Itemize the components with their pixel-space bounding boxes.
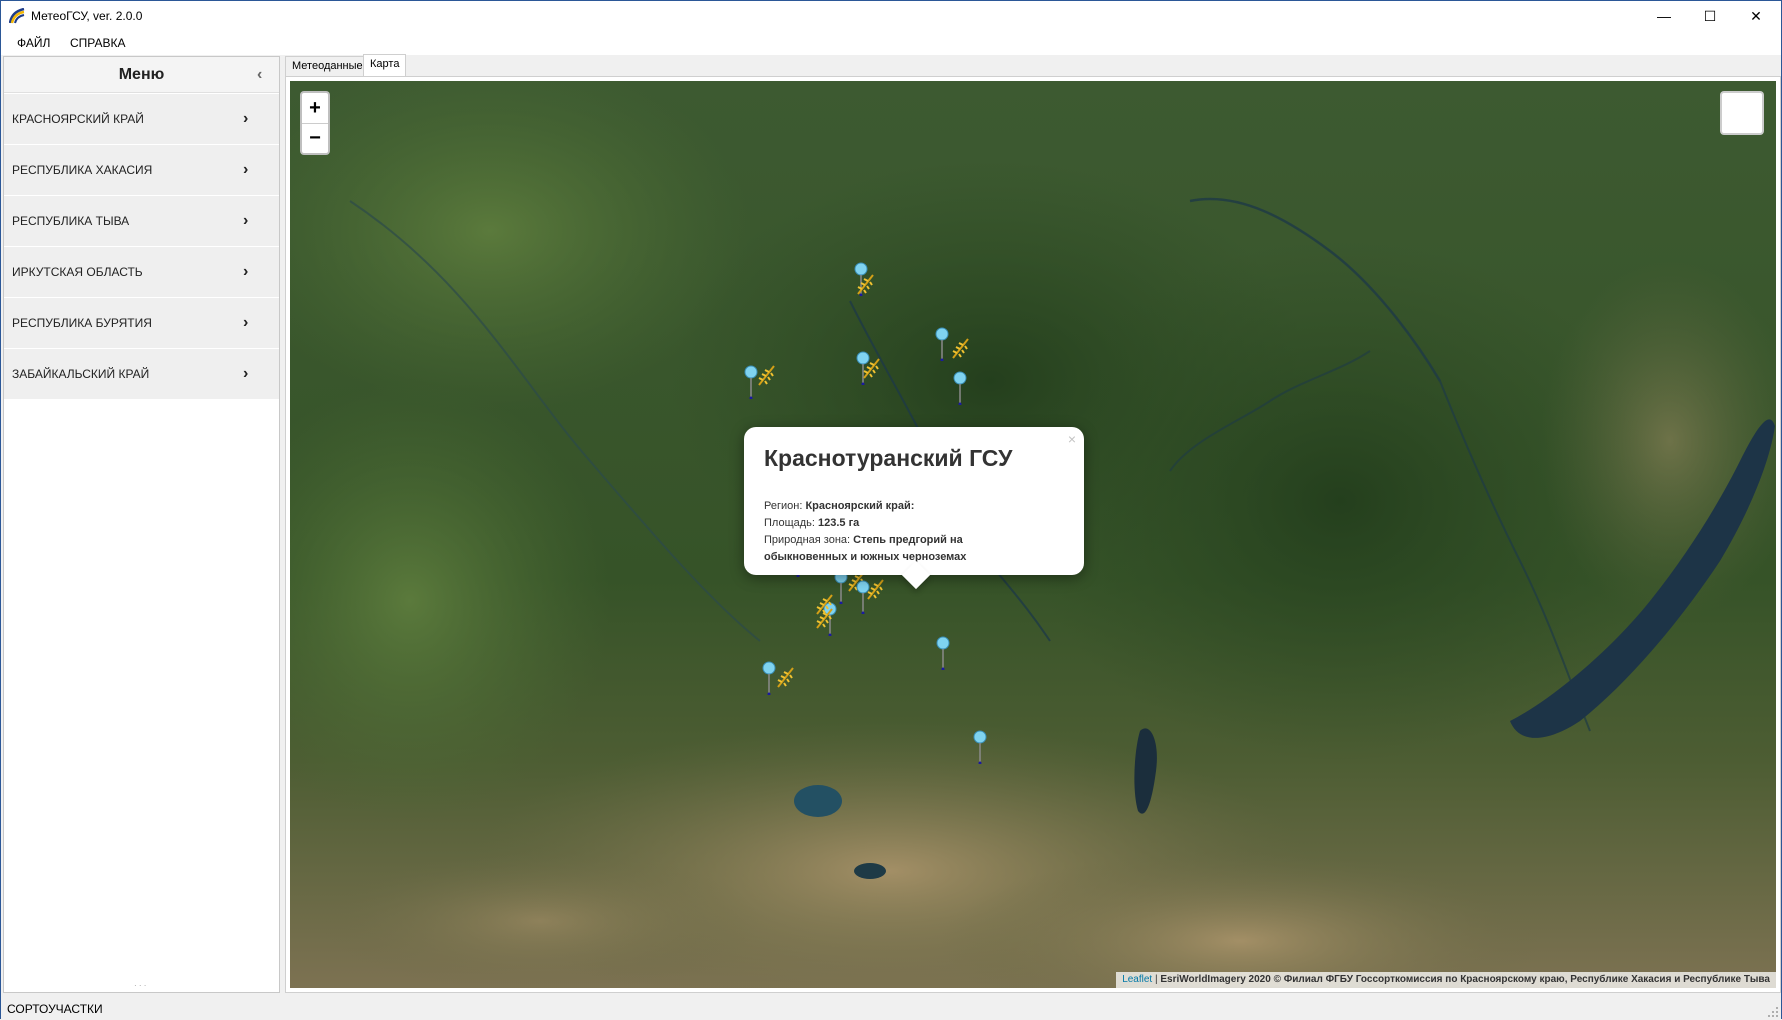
wheat-icon xyxy=(863,358,880,379)
maximize-icon: ☐ xyxy=(1703,7,1717,24)
zoom-control: + − xyxy=(300,91,330,155)
chevron-right-icon: › xyxy=(243,314,249,331)
app-window: МетеоГСУ, ver. 2.0.0 — ☐ ✕ ФАЙЛ СПРАВКА … xyxy=(0,0,1782,1020)
map-pin-icon[interactable] xyxy=(935,636,951,670)
map-pin-icon[interactable] xyxy=(934,327,950,361)
sidebar-item-khakassia[interactable]: РЕСПУБЛИКА ХАКАСИЯ › xyxy=(4,145,279,196)
satellite-map[interactable]: + − × Краснотуранский ГСУ Регион: Красно… xyxy=(290,81,1776,988)
popup-region-value: Красноярский край: xyxy=(805,500,915,512)
chevron-right-icon: › xyxy=(243,263,249,280)
popup-region-row: Регион: Красноярский край: xyxy=(764,498,1064,515)
zoom-in-button[interactable]: + xyxy=(302,93,328,123)
wheat-icon xyxy=(777,667,794,688)
sidebar-item-zabaikalsky[interactable]: ЗАБАЙКАЛЬСКИЙ КРАЙ › xyxy=(4,349,279,400)
menu-bar: ФАЙЛ СПРАВКА xyxy=(1,31,1781,55)
close-button[interactable]: ✕ xyxy=(1733,1,1779,31)
region-label: КРАСНОЯРСКИЙ КРАЙ xyxy=(12,112,144,126)
minimize-button[interactable]: — xyxy=(1641,1,1687,31)
popup-area-row: Площадь: 123.5 га xyxy=(764,515,1064,532)
sidebar-title: Меню xyxy=(118,65,165,83)
layers-control-button[interactable] xyxy=(1720,91,1764,135)
popup-area-label: Площадь: xyxy=(764,517,818,529)
sidebar-item-tyva[interactable]: РЕСПУБЛИКА ТЫВА › xyxy=(4,196,279,247)
map-attribution: Leaflet | EsriWorldImagery 2020 © Филиал… xyxy=(1116,972,1776,988)
station-popup: × Краснотуранский ГСУ Регион: Красноярск… xyxy=(744,427,1084,590)
popup-title: Краснотуранский ГСУ xyxy=(764,445,1013,471)
close-icon: ✕ xyxy=(1750,7,1762,24)
window-title: МетеоГСУ, ver. 2.0.0 xyxy=(31,9,143,23)
wheat-icon xyxy=(857,274,874,295)
sidebar: Меню ‹ КРАСНОЯРСКИЙ КРАЙ › РЕСПУБЛИКА ХА… xyxy=(3,56,280,993)
map-frame: + − × Краснотуранский ГСУ Регион: Красно… xyxy=(285,76,1781,993)
wheat-icon xyxy=(816,608,833,629)
app-logo-icon xyxy=(9,8,25,24)
splitter-handle[interactable]: · · · xyxy=(134,981,146,990)
maximize-button[interactable]: ☐ xyxy=(1687,1,1733,31)
tab-meteodata[interactable]: Метеоданные xyxy=(285,56,370,76)
wheat-icon xyxy=(867,579,884,600)
collapse-sidebar-icon[interactable]: ‹ xyxy=(257,66,271,84)
tab-map[interactable]: Карта xyxy=(363,54,407,76)
map-pin-icon[interactable] xyxy=(972,730,988,764)
map-pin-icon[interactable] xyxy=(952,371,968,405)
chevron-right-icon: › xyxy=(243,161,249,178)
sidebar-item-krasnoyarsk[interactable]: КРАСНОЯРСКИЙ КРАЙ › xyxy=(4,94,279,145)
wheat-icon xyxy=(952,338,969,359)
popup-area-value: 123.5 га xyxy=(818,517,860,529)
resize-grip-icon[interactable] xyxy=(1767,1006,1779,1018)
menu-help[interactable]: СПРАВКА xyxy=(70,36,126,50)
region-list: КРАСНОЯРСКИЙ КРАЙ › РЕСПУБЛИКА ХАКАСИЯ ›… xyxy=(4,94,279,400)
popup-region-label: Регион: xyxy=(764,500,806,512)
popup-zone-row: Природная зона: Степь предгорий на xyxy=(764,532,1064,549)
title-bar: МетеоГСУ, ver. 2.0.0 — ☐ ✕ xyxy=(1,1,1781,31)
sidebar-header: Меню ‹ xyxy=(4,57,279,93)
sidebar-item-irkutsk[interactable]: ИРКУТСКАЯ ОБЛАСТЬ › xyxy=(4,247,279,298)
popup-zone-label: Природная зона: xyxy=(764,534,854,546)
chevron-right-icon: › xyxy=(243,365,249,382)
region-label: ИРКУТСКАЯ ОБЛАСТЬ xyxy=(12,265,143,279)
zoom-out-button[interactable]: − xyxy=(302,123,328,153)
sidebar-item-buryatia[interactable]: РЕСПУБЛИКА БУРЯТИЯ › xyxy=(4,298,279,349)
chevron-right-icon: › xyxy=(243,212,249,229)
chevron-right-icon: › xyxy=(243,110,249,127)
popup-zone-value-1: Степь предгорий на xyxy=(853,534,963,546)
popup-details: Регион: Красноярский край: Площадь: 123.… xyxy=(764,498,1064,566)
region-label: РЕСПУБЛИКА БУРЯТИЯ xyxy=(12,316,152,330)
menu-file[interactable]: ФАЙЛ xyxy=(17,36,50,50)
status-bar: СОРТОУЧАСТКИ xyxy=(1,997,1781,1020)
region-label: РЕСПУБЛИКА ХАКАСИЯ xyxy=(12,163,153,177)
attribution-text: EsriWorldImagery 2020 © Филиал ФГБУ Госс… xyxy=(1160,974,1770,985)
popup-zone-value-2: обыкновенных и южных черноземах xyxy=(764,551,967,563)
popup-close-button[interactable]: × xyxy=(1068,431,1076,447)
wheat-icon xyxy=(758,365,775,386)
status-text: СОРТОУЧАСТКИ xyxy=(7,1002,103,1016)
region-label: РЕСПУБЛИКА ТЫВА xyxy=(12,214,130,228)
leaflet-link[interactable]: Leaflet xyxy=(1122,974,1152,985)
minimize-icon: — xyxy=(1657,8,1671,24)
region-label: ЗАБАЙКАЛЬСКИЙ КРАЙ xyxy=(12,367,150,381)
